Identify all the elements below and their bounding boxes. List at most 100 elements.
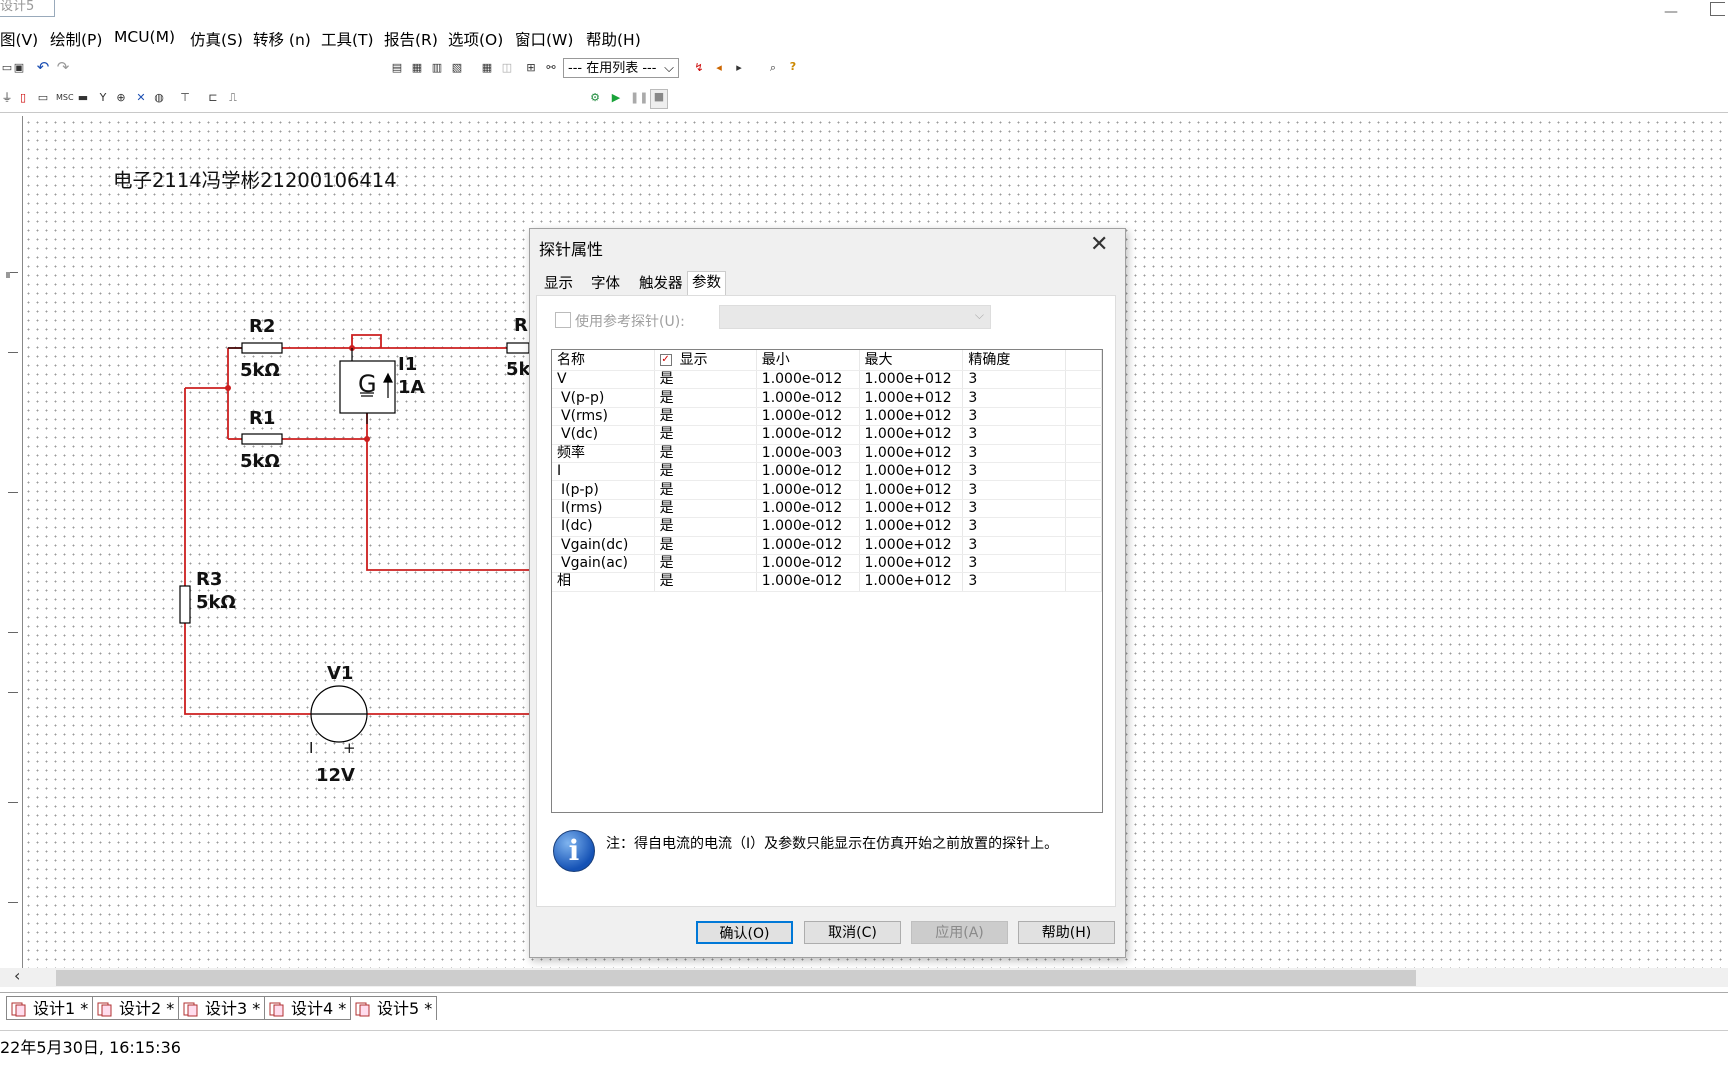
- wire[interactable]: [366, 413, 529, 571]
- table-row[interactable]: I 是 1.000e-012 1.000e+012 3: [552, 462, 1102, 482]
- cell-show[interactable]: 是: [654, 572, 757, 592]
- table-row[interactable]: Vgain(ac) 是 1.000e-012 1.000e+012 3: [552, 554, 1102, 574]
- cell-max[interactable]: 1.000e+012: [859, 370, 964, 390]
- r1-value[interactable]: 5kΩ: [240, 451, 280, 472]
- tab-trigger[interactable]: 触发器: [635, 273, 687, 295]
- cell-max[interactable]: 1.000e+012: [859, 517, 964, 537]
- design-tab-3[interactable]: 设计3 *: [178, 996, 266, 1020]
- cancel-button[interactable]: 取消(C): [804, 921, 901, 944]
- cell-precision[interactable]: 3: [962, 499, 1067, 519]
- i1-name[interactable]: I1: [398, 354, 417, 375]
- use-reference-probe-checkbox[interactable]: [555, 312, 571, 328]
- cell-precision[interactable]: 3: [962, 462, 1067, 482]
- resistor-r1[interactable]: [241, 433, 283, 445]
- scrollbar-thumb[interactable]: [56, 970, 1416, 986]
- parameters-grid[interactable]: 名称 ✓ 显示 最小 最大 精确度 V 是 1.000e-012 1.000e+012 3…: [551, 349, 1103, 813]
- cell-name[interactable]: V: [552, 370, 655, 390]
- table-row[interactable]: V 是 1.000e-012 1.000e+012 3: [552, 370, 1102, 390]
- cell-precision[interactable]: 3: [962, 517, 1067, 537]
- cell-name[interactable]: V(dc): [552, 425, 655, 445]
- cell-show[interactable]: 是: [654, 480, 757, 500]
- cell-min[interactable]: 1.000e-012: [756, 480, 860, 500]
- help-button[interactable]: 帮助(H): [1018, 921, 1115, 944]
- cell-show[interactable]: 是: [654, 554, 757, 574]
- ok-button[interactable]: 确认(O): [696, 921, 793, 944]
- cell-max[interactable]: 1.000e+012: [859, 480, 964, 500]
- table-row[interactable]: I(rms) 是 1.000e-012 1.000e+012 3: [552, 499, 1102, 519]
- r2-value[interactable]: 5kΩ: [240, 360, 280, 381]
- cell-name[interactable]: 相: [552, 572, 655, 592]
- cell-show[interactable]: 是: [654, 407, 757, 427]
- col-header-min[interactable]: 最小: [756, 350, 860, 371]
- cell-max[interactable]: 1.000e+012: [859, 572, 964, 592]
- cell-name[interactable]: 频率: [552, 444, 655, 463]
- r3-value[interactable]: 5kΩ: [196, 592, 236, 613]
- r3-name[interactable]: R3: [196, 569, 222, 590]
- cell-name[interactable]: I: [552, 462, 655, 482]
- r1-name[interactable]: R1: [249, 408, 275, 429]
- close-icon[interactable]: ✕: [1090, 232, 1108, 257]
- cell-precision[interactable]: 3: [962, 554, 1067, 574]
- resistor-r2[interactable]: [241, 342, 283, 354]
- cell-show[interactable]: 是: [654, 536, 757, 555]
- cell-show[interactable]: 是: [654, 388, 757, 408]
- resistor-r3[interactable]: [179, 585, 191, 624]
- i1-value[interactable]: 1A: [398, 377, 425, 398]
- cell-precision[interactable]: 3: [962, 425, 1067, 445]
- cell-max[interactable]: 1.000e+012: [859, 407, 964, 427]
- resistor-partial[interactable]: [506, 342, 530, 354]
- cell-min[interactable]: 1.000e-012: [756, 370, 860, 390]
- cell-precision[interactable]: 3: [962, 536, 1067, 555]
- cell-min[interactable]: 1.000e-012: [756, 388, 860, 408]
- tab-display[interactable]: 显示: [540, 273, 577, 295]
- cell-show[interactable]: 是: [654, 517, 757, 537]
- tab-parameters[interactable]: 参数: [687, 271, 726, 297]
- cell-min[interactable]: 1.000e-012: [756, 536, 860, 555]
- scroll-left-icon[interactable]: ‹: [14, 966, 20, 985]
- col-header-show[interactable]: ✓ 显示: [654, 350, 757, 371]
- cell-min[interactable]: 1.000e-012: [756, 517, 860, 537]
- cell-min[interactable]: 1.000e-012: [756, 572, 860, 592]
- cell-show[interactable]: 是: [654, 370, 757, 390]
- r-partial-name[interactable]: R: [514, 315, 528, 336]
- cell-precision[interactable]: 3: [962, 444, 1067, 463]
- col-header-precision[interactable]: 精确度: [962, 350, 1067, 371]
- cell-max[interactable]: 1.000e+012: [859, 499, 964, 519]
- cell-min[interactable]: 1.000e-003: [756, 444, 860, 463]
- cell-name[interactable]: I(rms): [552, 499, 655, 519]
- design-tab-1[interactable]: 设计1 *: [6, 996, 94, 1020]
- cell-min[interactable]: 1.000e-012: [756, 425, 860, 445]
- table-row[interactable]: V(dc) 是 1.000e-012 1.000e+012 3: [552, 425, 1102, 445]
- cell-max[interactable]: 1.000e+012: [859, 462, 964, 482]
- table-row[interactable]: V(p-p) 是 1.000e-012 1.000e+012 3: [552, 388, 1102, 408]
- cell-name[interactable]: Vgain(dc): [552, 536, 655, 555]
- cell-name[interactable]: V(rms): [552, 407, 655, 427]
- table-row[interactable]: V(rms) 是 1.000e-012 1.000e+012 3: [552, 407, 1102, 427]
- table-row[interactable]: 相是 1.000e-012 1.000e+012 3: [552, 572, 1102, 592]
- cell-min[interactable]: 1.000e-012: [756, 499, 860, 519]
- design-tab-5[interactable]: 设计5 *: [350, 996, 438, 1020]
- wire[interactable]: [351, 334, 382, 348]
- cell-show[interactable]: 是: [654, 444, 757, 463]
- cell-name[interactable]: V(p-p): [552, 388, 655, 408]
- cell-max[interactable]: 1.000e+012: [859, 388, 964, 408]
- cell-precision[interactable]: 3: [962, 388, 1067, 408]
- cell-precision[interactable]: 3: [962, 572, 1067, 592]
- cell-precision[interactable]: 3: [962, 480, 1067, 500]
- table-row[interactable]: I(dc) 是 1.000e-012 1.000e+012 3: [552, 517, 1102, 537]
- table-row[interactable]: Vgain(dc) 是 1.000e-012 1.000e+012 3: [552, 536, 1102, 555]
- design-tab-2[interactable]: 设计2 *: [92, 996, 180, 1020]
- cell-name[interactable]: I(p-p): [552, 480, 655, 500]
- wire[interactable]: [184, 623, 311, 715]
- cell-min[interactable]: 1.000e-012: [756, 407, 860, 427]
- r-partial-value[interactable]: 5k: [506, 359, 532, 380]
- cell-show[interactable]: 是: [654, 462, 757, 482]
- cell-show[interactable]: 是: [654, 499, 757, 519]
- cell-max[interactable]: 1.000e+012: [859, 444, 964, 463]
- table-row[interactable]: I(p-p) 是 1.000e-012 1.000e+012 3: [552, 480, 1102, 500]
- cell-show[interactable]: 是: [654, 425, 757, 445]
- cell-precision[interactable]: 3: [962, 370, 1067, 390]
- tab-font[interactable]: 字体: [587, 273, 624, 295]
- table-row[interactable]: 频率是 1.000e-003 1.000e+012 3: [552, 444, 1102, 463]
- cell-min[interactable]: 1.000e-012: [756, 462, 860, 482]
